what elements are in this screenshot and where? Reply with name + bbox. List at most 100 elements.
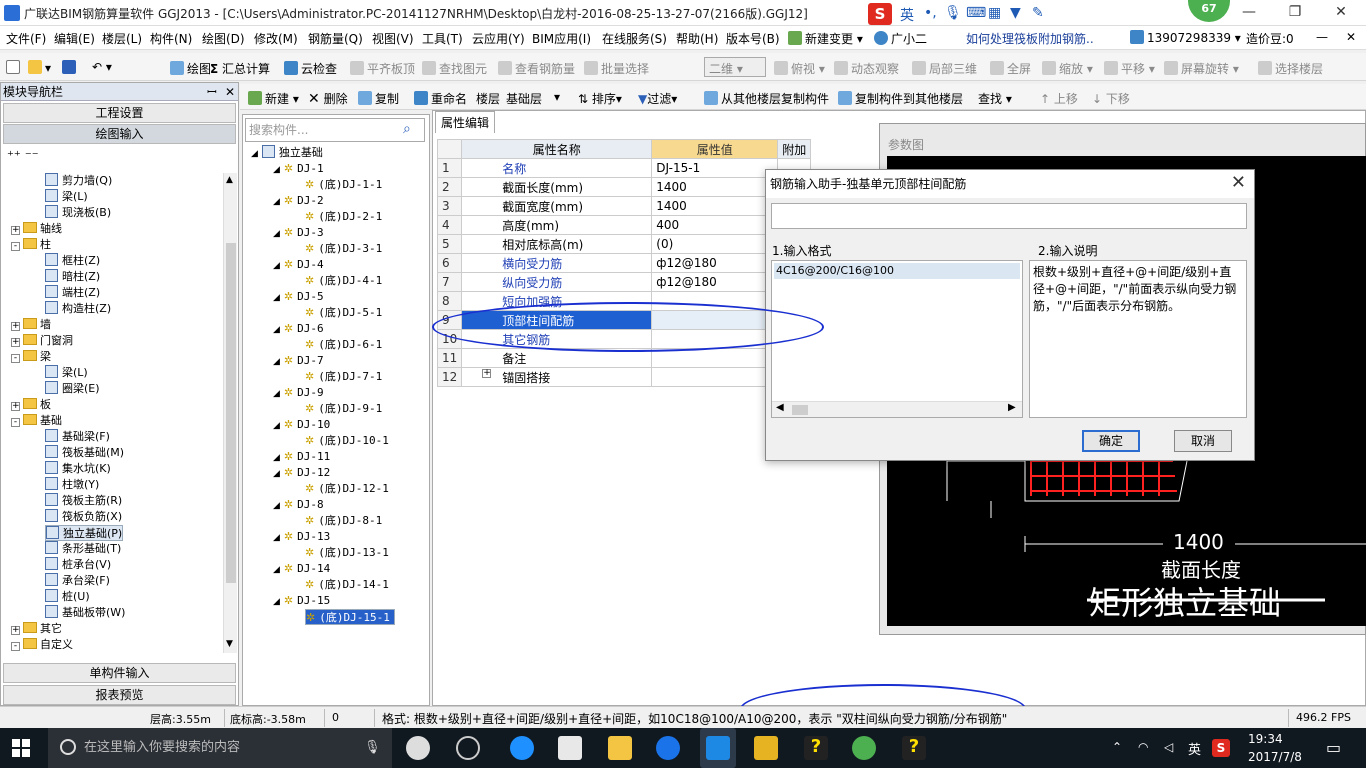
property-row[interactable]: 5 相对底标高(m) (0) <box>436 234 812 254</box>
panel-close-icon[interactable]: ✕ <box>225 83 235 101</box>
nav-tree-item[interactable]: 框柱(Z) <box>45 253 100 269</box>
cancel-button[interactable]: 取消 <box>1174 430 1232 452</box>
hscroll-thumb[interactable] <box>792 405 808 415</box>
element-tree-child[interactable]: ✲ (底)DJ-5-1 <box>305 305 382 321</box>
sort-button[interactable]: ⇅ 排序▾ <box>578 90 622 107</box>
nav-tree-item[interactable]: - 自定义 <box>11 637 73 653</box>
skin-icon[interactable]: ▦ <box>988 5 1001 21</box>
filter-button[interactable]: ▼过滤▾ <box>638 90 677 107</box>
menu-file[interactable]: 文件(F) <box>6 30 46 47</box>
element-tree-child[interactable]: ✲ (底)DJ-10-1 <box>305 433 389 449</box>
expand-toggle-icon[interactable]: - <box>11 354 20 363</box>
expand-toggle-icon[interactable]: + <box>482 368 492 378</box>
property-row[interactable]: 1 名称 DJ-15-1 <box>436 158 812 178</box>
collapse-arrow-icon[interactable]: ◢ <box>251 149 258 159</box>
nav-tree-item[interactable]: 梁(L) <box>45 365 88 381</box>
taskbar-search-input[interactable]: 在这里输入你要搜索的内容 🎙 <box>48 728 392 768</box>
store-icon[interactable] <box>558 736 582 760</box>
copy-button[interactable]: 复制 <box>358 90 399 107</box>
nav-tree-item[interactable]: 筏板主筋(R) <box>45 493 122 509</box>
element-tree-item[interactable]: ◢ ✲ DJ-7 <box>273 353 324 369</box>
collapse-arrow-icon[interactable]: ◢ <box>273 597 280 607</box>
notes-app-icon[interactable] <box>754 736 778 760</box>
find-element-button[interactable]: 查找图元 <box>422 60 487 77</box>
element-tree-item[interactable]: ◢ ✲ DJ-3 <box>273 225 324 241</box>
element-tree-item[interactable]: ◢ ✲ DJ-10 <box>273 417 330 433</box>
element-tree-item[interactable]: ◢ ✲ DJ-15 <box>273 593 330 609</box>
collapse-arrow-icon[interactable]: ◢ <box>273 325 280 335</box>
pan-button[interactable]: 平移 ▾ <box>1104 60 1155 77</box>
nav-tree-item[interactable]: 承台梁(F) <box>45 573 110 589</box>
ime-language[interactable]: 英 <box>900 5 914 25</box>
menu-draw[interactable]: 绘图(D) <box>202 30 245 47</box>
property-value[interactable]: ф12@180 <box>651 272 779 292</box>
collapse-arrow-icon[interactable]: ◢ <box>273 533 280 543</box>
nav-tree-scrollbar[interactable]: ▲ ▼ <box>223 173 237 653</box>
copy-to-floor-button[interactable]: 复制构件到其他楼层 <box>838 90 963 107</box>
nav-tree-item[interactable]: 独立基础(P) <box>45 525 124 541</box>
expand-toggle-icon[interactable]: + <box>11 626 20 635</box>
expand-toggle-icon[interactable]: - <box>11 642 20 651</box>
element-tree-child[interactable]: ✲ (底)DJ-6-1 <box>305 337 382 353</box>
search-element-input[interactable]: 搜索构件... <box>245 118 425 142</box>
floor-select[interactable]: 基础层 <box>506 90 542 107</box>
find-button[interactable]: 查找 ▾ <box>978 90 1012 107</box>
help-app-2-icon[interactable]: ? <box>902 736 926 760</box>
pin-icon[interactable]: ꟷ <box>207 83 217 101</box>
property-value[interactable]: ф12@180 <box>651 253 779 273</box>
nav-tree-item[interactable]: 现浇板(B) <box>45 205 111 221</box>
element-tree-item[interactable]: ◢ ✲ DJ-13 <box>273 529 330 545</box>
expand-all-icon[interactable]: ⁺⁺ ⁻⁻ <box>7 149 39 164</box>
property-row[interactable]: 7 纵向受力筋 ф12@180 <box>436 272 812 292</box>
green-app-icon[interactable] <box>852 736 876 760</box>
nav-tree-item[interactable]: - 基础 <box>11 413 62 429</box>
element-tree-item[interactable]: ◢ ✲ DJ-8 <box>273 497 324 513</box>
draw-input-button[interactable]: 绘图输入 <box>3 124 236 144</box>
element-tree-child[interactable]: ✲ (底)DJ-13-1 <box>305 545 389 561</box>
menu-tools[interactable]: 工具(T) <box>422 30 463 47</box>
menu-minimize-icon[interactable]: — <box>1316 30 1328 44</box>
punctuation-icon[interactable]: •, <box>924 5 937 21</box>
collapse-arrow-icon[interactable]: ◢ <box>273 501 280 511</box>
glodon-app-icon[interactable] <box>656 736 680 760</box>
nav-tree-item[interactable]: 筏板负筋(X) <box>45 509 122 525</box>
search-icon[interactable]: ⌕ <box>403 121 411 137</box>
menu-edit[interactable]: 编辑(E) <box>54 30 95 47</box>
sum-button[interactable]: Σ 汇总计算 <box>210 60 270 77</box>
edge-browser-icon[interactable] <box>510 736 534 760</box>
element-tree-item[interactable]: ◢ ✲ DJ-6 <box>273 321 324 337</box>
taskbar-app-pinwheel-icon[interactable] <box>406 736 430 760</box>
project-settings-button[interactable]: 工程设置 <box>3 103 236 123</box>
element-tree-item[interactable]: ◢ ✲ DJ-14 <box>273 561 330 577</box>
tray-chevron-icon[interactable]: ⌃ <box>1112 740 1122 754</box>
scroll-thumb[interactable] <box>226 243 236 583</box>
property-value[interactable]: 1400 <box>651 196 779 216</box>
menu-rebar[interactable]: 钢筋量(Q) <box>308 30 363 47</box>
nav-tree-item[interactable]: + 门窗洞 <box>11 333 73 349</box>
tray-sogou-icon[interactable]: S <box>1212 739 1230 757</box>
rebar-input-field[interactable] <box>771 203 1247 229</box>
scroll-left-icon[interactable]: ◀ <box>776 402 784 413</box>
new-element-button[interactable]: 新建 ▾ <box>248 90 299 107</box>
element-tree-child[interactable]: ✲ (底)DJ-1-1 <box>305 177 382 193</box>
property-row[interactable]: 3 截面宽度(mm) 1400 <box>436 196 812 216</box>
property-row[interactable]: 6 横向受力筋 ф12@180 <box>436 253 812 273</box>
menu-online[interactable]: 在线服务(S) <box>602 30 667 47</box>
collapse-arrow-icon[interactable]: ◢ <box>273 197 280 207</box>
move-down-button[interactable]: ↓ 下移 <box>1092 90 1130 107</box>
wrench-icon[interactable]: ✎ <box>1032 5 1044 21</box>
floor-select-arrow-icon[interactable]: ▾ <box>554 90 560 104</box>
delete-button[interactable]: ✕ 删除 <box>308 90 348 107</box>
volume-icon[interactable]: ◁ <box>1164 740 1173 754</box>
nav-tree-item[interactable]: 柱墩(Y) <box>45 477 99 493</box>
property-value[interactable]: 400 <box>651 215 779 235</box>
menu-modify[interactable]: 修改(M) <box>254 30 298 47</box>
element-tree-root[interactable]: ◢ 独立基础 <box>251 145 323 161</box>
nav-tree-item[interactable]: 集水坑(K) <box>45 461 111 477</box>
clock-date[interactable]: 2017/7/8 <box>1248 750 1302 764</box>
select-floor-button[interactable]: 选择楼层 <box>1258 60 1323 77</box>
expand-toggle-icon[interactable]: + <box>11 322 20 331</box>
element-tree-item[interactable]: ◢ ✲ DJ-2 <box>273 193 324 209</box>
nav-tree-item[interactable]: 桩承台(V) <box>45 557 111 573</box>
property-value[interactable]: 1400 <box>651 177 779 197</box>
